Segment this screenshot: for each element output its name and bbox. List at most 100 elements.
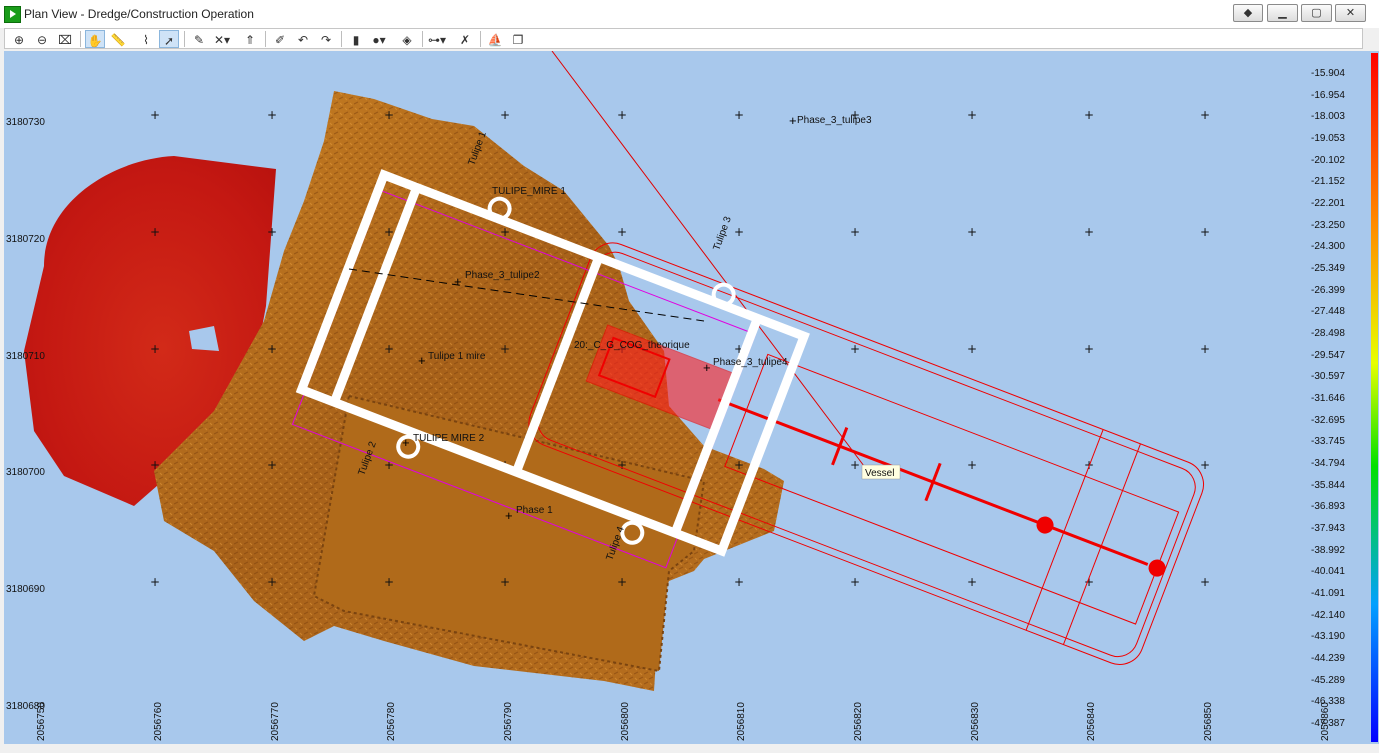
title-bar[interactable]: Plan View - Dredge/Construction Operatio… <box>0 0 1379 28</box>
legend-depth-label: -45.289 <box>1311 674 1345 686</box>
pin-button[interactable]: ◆ <box>1233 4 1263 22</box>
legend-depth-label: -22.201 <box>1311 198 1345 209</box>
pan-button[interactable]: ✋ <box>85 30 105 48</box>
profile-icon: ⌇ <box>143 33 149 47</box>
toolbar: ⊕ ⊖ ⌧ ✋ 📏 ⌇ ➚ ✎ ✕▾ ⇑ ✐ ↶ ↷ ▮ ●▾ ◈ ⊶▾ ✗ ⛵ ❐ <box>4 28 1363 49</box>
grid-cross: + <box>617 225 627 239</box>
delete-button[interactable]: ✗ <box>455 30 475 48</box>
draw-line-button[interactable]: ✎ <box>189 30 209 48</box>
plan-view-canvas[interactable]: + + + + + + + + + + + + + + + + + + + + + + + + + + + + + + + + + + + + + + + +… <box>4 51 1346 744</box>
legend-depth-label: -35.844 <box>1311 479 1345 491</box>
legend-depth-label: -25.349 <box>1311 263 1345 274</box>
toolbar-separator <box>422 31 423 47</box>
edit-icon: ✐ <box>274 33 286 47</box>
legend-depth-label: -19.053 <box>1311 133 1345 144</box>
shading-button[interactable]: ◈ <box>397 30 417 48</box>
zoom-out-button[interactable]: ⊖ <box>32 30 52 48</box>
grid-cross: + <box>150 342 160 356</box>
profile-button[interactable]: ⌇ <box>136 30 156 48</box>
window-title: Plan View - Dredge/Construction Operatio… <box>24 7 254 21</box>
grid-cross: + <box>267 575 277 589</box>
x-axis: 2056750 2056760 2056770 2056780 2056790 20568… <box>36 702 1331 741</box>
grid-cross: + <box>967 342 977 356</box>
zoom-out-icon: ⊖ <box>36 33 48 47</box>
new-window-button[interactable]: ❐ <box>508 30 528 48</box>
y-axis-label: 3180710 <box>6 351 45 362</box>
x-axis-label: 2056820 <box>853 702 864 741</box>
legend-depth-label: -32.695 <box>1311 414 1345 426</box>
vessel-view-button[interactable]: ⛵ <box>485 30 505 48</box>
toolbar-separator <box>480 31 481 47</box>
legend-depth-label: -27.448 <box>1311 306 1345 318</box>
grid-cross: + <box>500 575 510 589</box>
grid-cross: + <box>267 225 277 239</box>
grid-cross: + <box>734 225 744 239</box>
y-axis-label: 3180730 <box>6 117 45 128</box>
pan-icon: ✋ <box>87 34 103 48</box>
grid-cross: + <box>967 225 977 239</box>
north-up-button[interactable]: ⇑ <box>240 30 260 48</box>
grid-cross: + <box>617 458 627 472</box>
zoom-window-icon: ⌧ <box>58 33 72 47</box>
zoom-in-button[interactable]: ⊕ <box>9 30 29 48</box>
close-button[interactable]: ✕ <box>1335 4 1366 22</box>
grid-cross: + <box>967 108 977 122</box>
undo-button[interactable]: ↶ <box>293 30 313 48</box>
x-axis-label: 2056830 <box>970 702 981 741</box>
grid-cross: + <box>267 108 277 122</box>
legend-depth-label: -23.250 <box>1311 219 1345 231</box>
draw-line-icon: ✎ <box>193 33 205 47</box>
svg-text:+: + <box>789 113 797 128</box>
y-axis-label: 3180690 <box>6 584 45 595</box>
tulipe-mire2-label: TULIPE MIRE 2 <box>413 433 485 444</box>
phase3-tulipe3-marker[interactable]: + Phase_3_tulipe3 <box>789 113 872 128</box>
color-palette-menu-button[interactable]: ●▾ <box>369 30 389 48</box>
x-axis-label: 2056780 <box>386 702 397 741</box>
view-options-menu-button[interactable]: ⊶▾ <box>427 30 447 48</box>
view-options-menu-icon: ⊶▾ <box>427 33 447 47</box>
grid-cross: + <box>850 225 860 239</box>
measure-icon: 📏 <box>110 33 126 47</box>
toolbar-separator <box>265 31 266 47</box>
measure-button[interactable]: 📏 <box>108 30 128 48</box>
color-palette-menu-icon: ●▾ <box>372 33 386 47</box>
vessel-marker[interactable]: Vessel <box>861 464 901 480</box>
grid-cross: + <box>500 342 510 356</box>
legend-color-bar <box>1371 53 1378 742</box>
legend-depth-label: -38.992 <box>1311 544 1345 556</box>
minimize-button[interactable]: ▁ <box>1267 4 1298 22</box>
x-axis-label: 2056840 <box>1086 702 1097 741</box>
grid-cross: + <box>1084 342 1094 356</box>
redo-icon: ↷ <box>320 33 332 47</box>
grid-cross: + <box>734 458 744 472</box>
x-axis-label: 2056770 <box>270 702 281 741</box>
maximize-button[interactable]: ▢ <box>1301 4 1332 22</box>
minimize-icon: ▁ <box>1278 7 1287 19</box>
toolbar-separator <box>184 31 185 47</box>
tulipe3-label: Tulipe 3 <box>711 215 734 252</box>
tulipe1-mire-label: Tulipe 1 mire <box>428 351 486 362</box>
x-axis-label: 2056800 <box>620 702 631 741</box>
grid-cross: + <box>384 342 394 356</box>
phase3-tulipe4-label: Phase_3_tulipe4 <box>713 357 788 368</box>
north-up-icon: ⇑ <box>244 33 256 47</box>
edit-button[interactable]: ✐ <box>270 30 290 48</box>
svg-text:+: + <box>505 508 513 523</box>
zoom-window-button[interactable]: ⌧ <box>55 30 75 48</box>
redo-button[interactable]: ↷ <box>316 30 336 48</box>
legend-depth-label: -46.338 <box>1311 696 1345 708</box>
legend-depth-label: -31.646 <box>1311 393 1345 404</box>
legend-depth-label: -30.597 <box>1311 371 1345 383</box>
grid-cross: + <box>734 108 744 122</box>
select-button[interactable]: ➚ <box>159 30 179 48</box>
vessel-label: Vessel <box>865 468 894 479</box>
color-scale-button[interactable]: ▮ <box>346 30 366 48</box>
grid-cross: + <box>150 458 160 472</box>
grid-cross: + <box>734 575 744 589</box>
cog-marker[interactable]: 20:_C_G_COG_theorique <box>574 340 690 351</box>
legend-depth-label: -29.547 <box>1311 349 1345 361</box>
tulipe3-marker[interactable]: Tulipe 3 <box>711 215 734 252</box>
waypoint-menu-button[interactable]: ✕▾ <box>212 30 232 48</box>
legend-depth-label: -43.190 <box>1311 631 1345 643</box>
legend-depth-label: -21.152 <box>1311 176 1345 188</box>
